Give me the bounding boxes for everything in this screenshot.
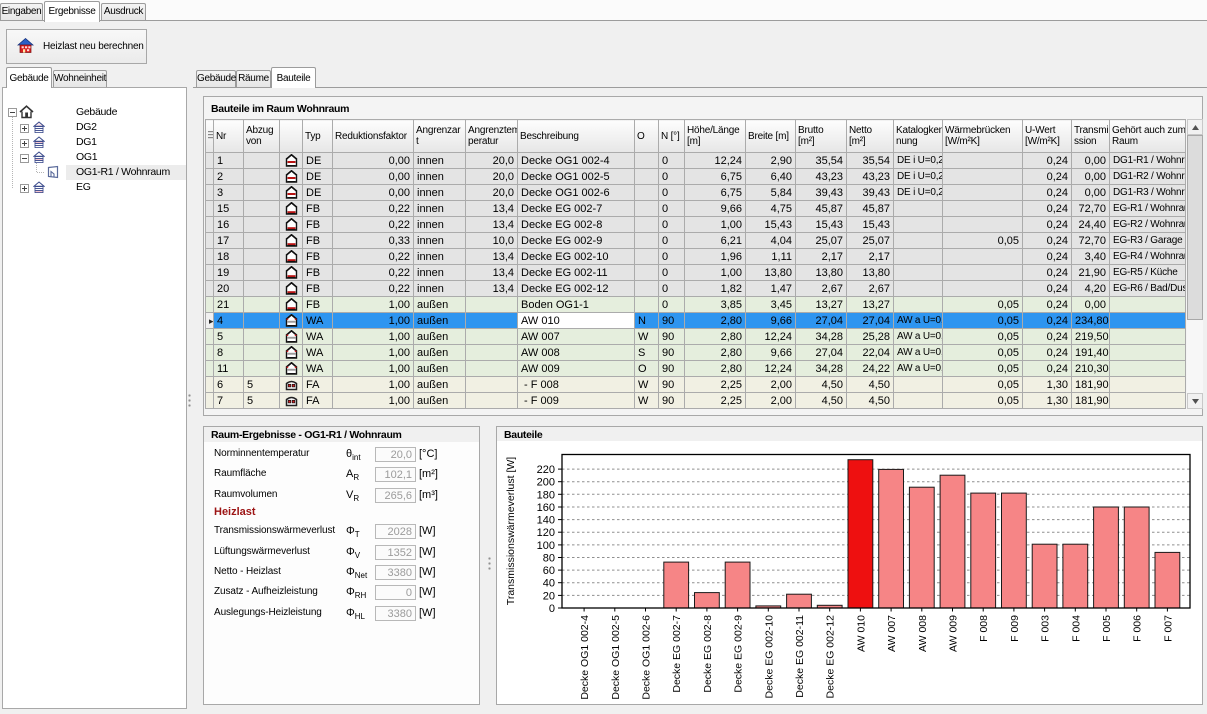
svg-text:0: 0 <box>549 603 555 615</box>
svg-text:60: 60 <box>543 565 555 577</box>
svg-text:Decke EG 002-12: Decke EG 002-12 <box>825 615 837 699</box>
svg-text:F 005: F 005 <box>1101 615 1113 642</box>
svg-text:180: 180 <box>537 489 555 501</box>
svg-text:AW 009: AW 009 <box>948 615 960 652</box>
svg-text:AW 007: AW 007 <box>886 615 898 652</box>
svg-text:200: 200 <box>537 477 555 489</box>
svg-text:Decke EG 002-7: Decke EG 002-7 <box>671 615 683 693</box>
svg-text:120: 120 <box>537 527 555 539</box>
svg-text:Transmissionswärmeverlust [W]: Transmissionswärmeverlust [W] <box>505 457 517 605</box>
svg-text:AW 008: AW 008 <box>917 615 929 652</box>
svg-text:F 009: F 009 <box>1009 615 1021 642</box>
svg-text:160: 160 <box>537 502 555 514</box>
svg-text:Decke EG 002-10: Decke EG 002-10 <box>763 615 775 699</box>
svg-text:40: 40 <box>543 578 555 590</box>
svg-text:Decke OG1 002-5: Decke OG1 002-5 <box>610 615 622 700</box>
svg-text:80: 80 <box>543 553 555 565</box>
svg-text:F 007: F 007 <box>1162 615 1174 642</box>
svg-text:20: 20 <box>543 590 555 602</box>
svg-text:F 008: F 008 <box>978 615 990 642</box>
svg-text:F 006: F 006 <box>1132 615 1144 642</box>
svg-text:Decke EG 002-8: Decke EG 002-8 <box>702 615 714 693</box>
svg-text:Decke OG1 002-4: Decke OG1 002-4 <box>579 615 591 700</box>
svg-text:Decke EG 002-11: Decke EG 002-11 <box>794 615 806 698</box>
svg-text:220: 220 <box>537 464 555 476</box>
svg-text:100: 100 <box>537 540 555 552</box>
svg-text:140: 140 <box>537 515 555 527</box>
svg-text:F 004: F 004 <box>1070 615 1082 642</box>
svg-text:Decke OG1 002-6: Decke OG1 002-6 <box>641 615 653 700</box>
svg-text:Decke EG 002-9: Decke EG 002-9 <box>733 615 745 693</box>
svg-text:F 003: F 003 <box>1040 615 1052 642</box>
svg-text:AW 010: AW 010 <box>855 615 867 652</box>
